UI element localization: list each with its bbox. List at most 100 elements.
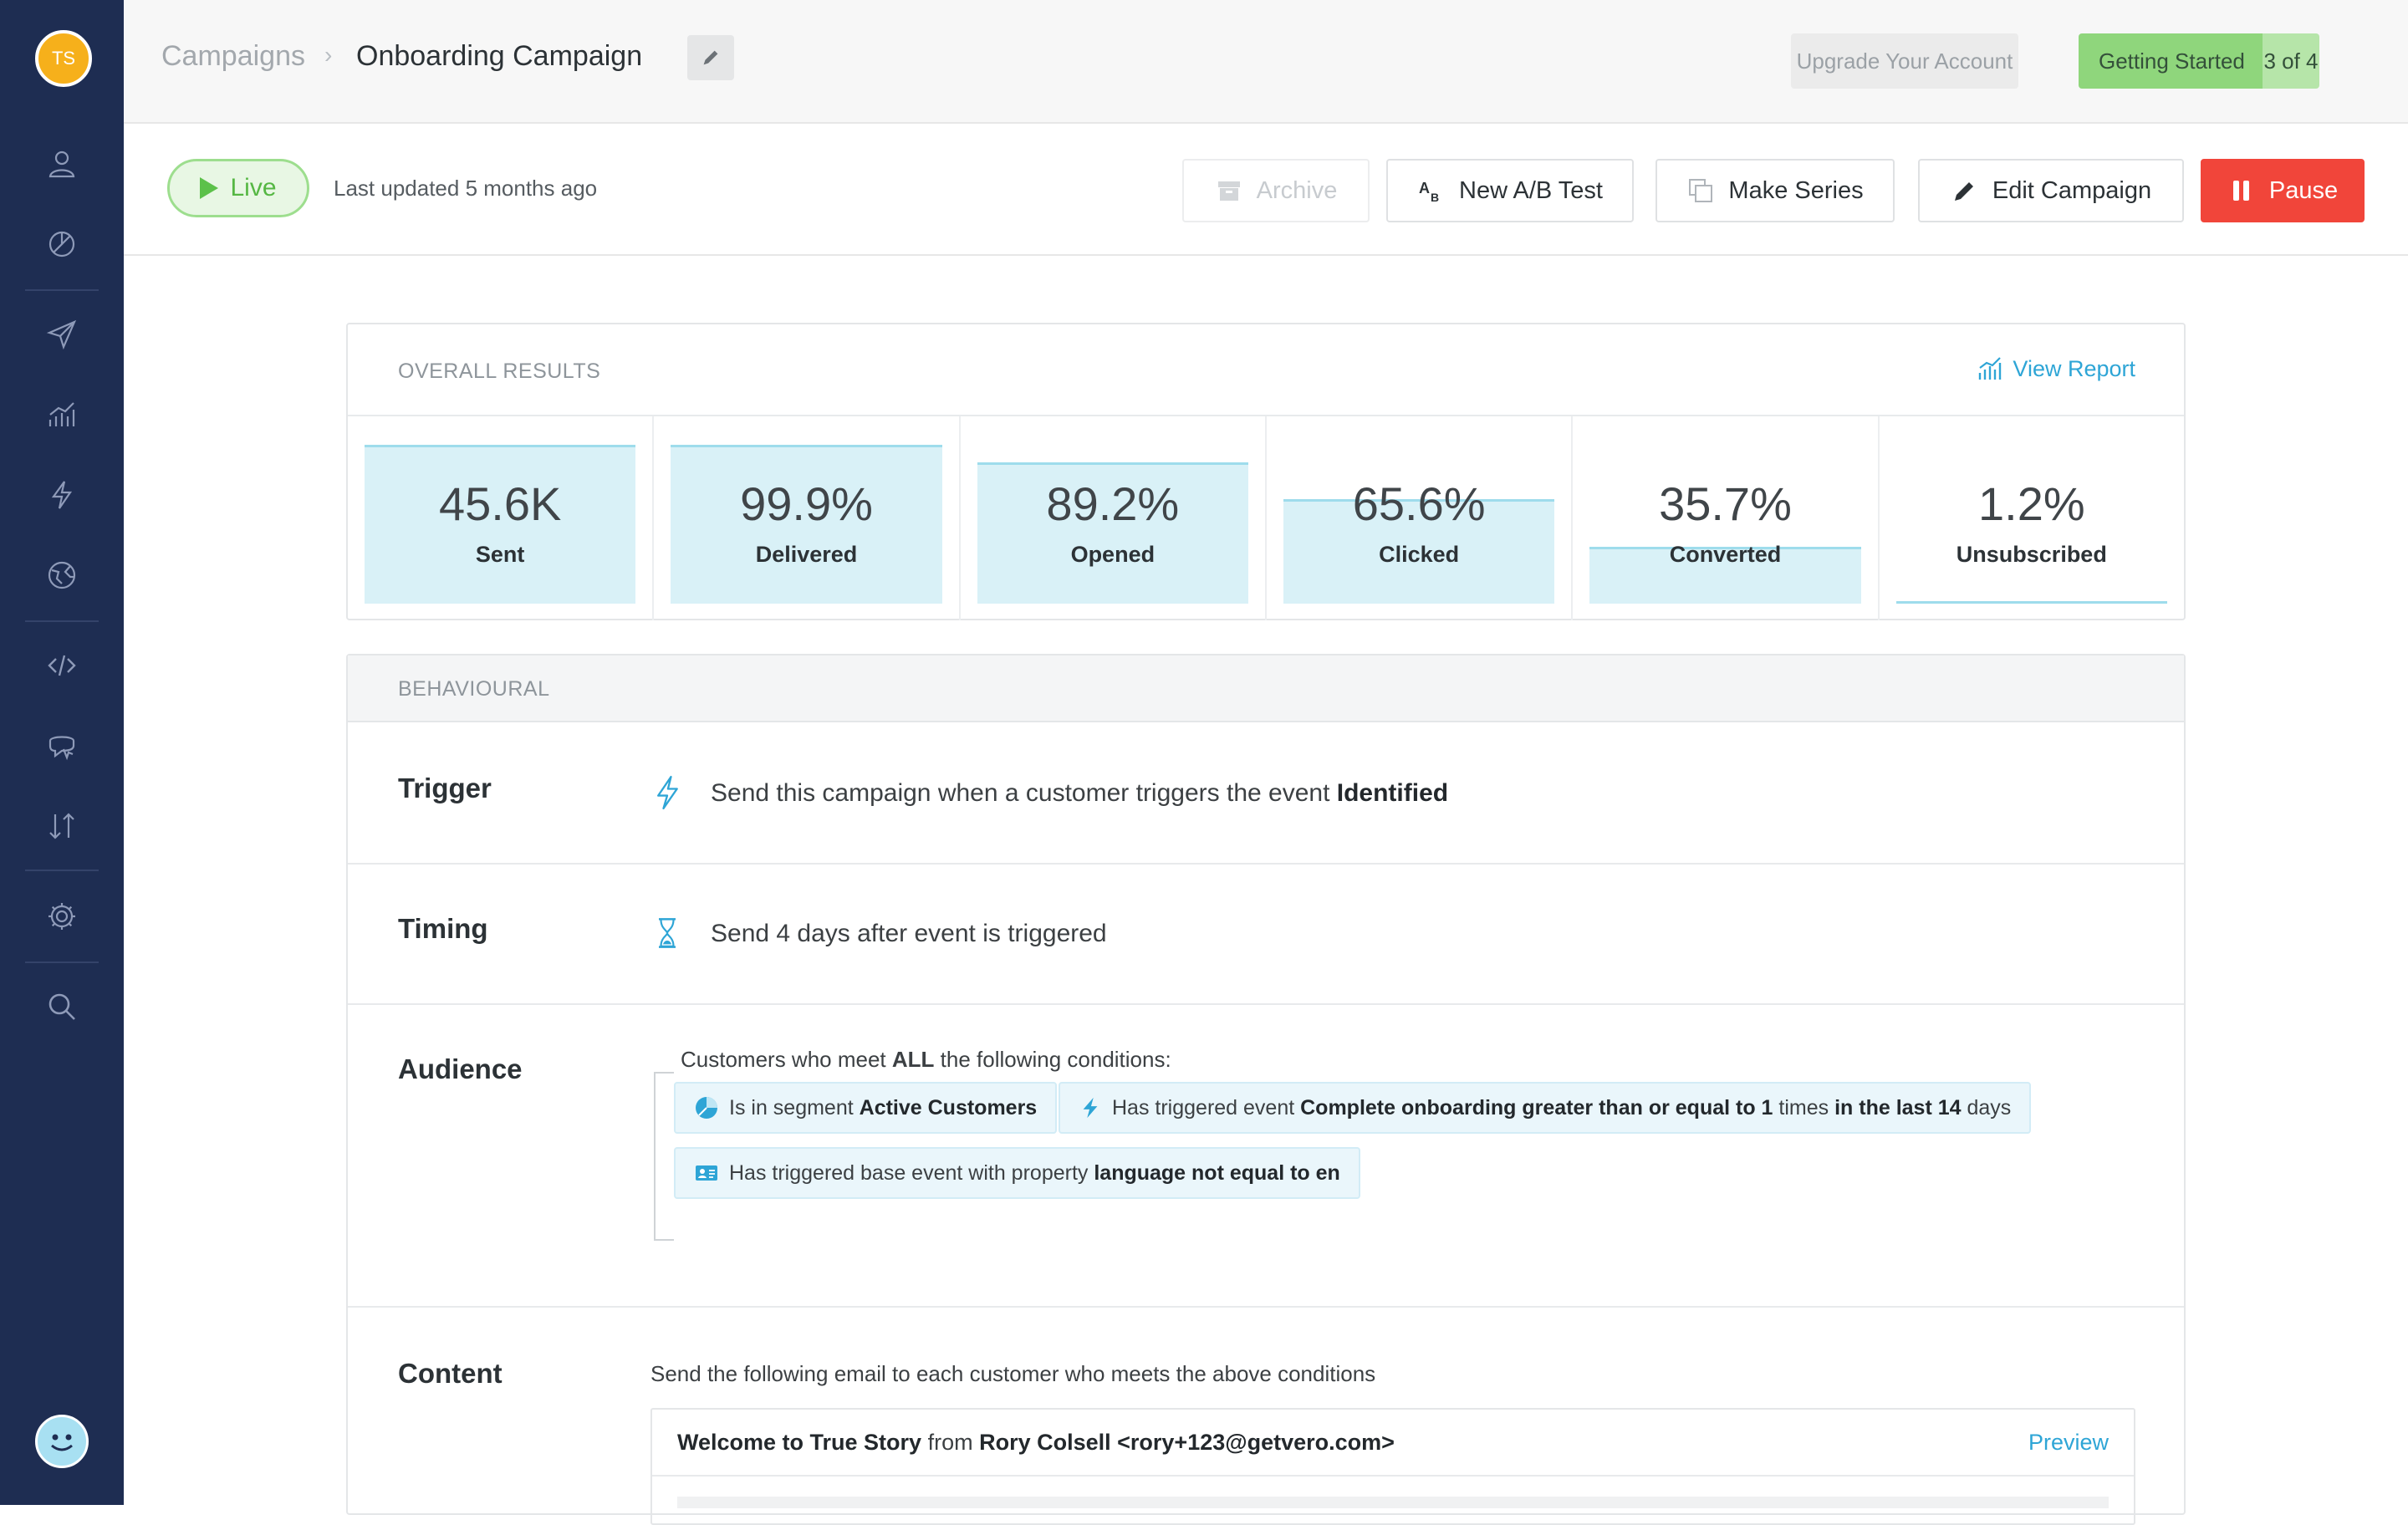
lightning-icon[interactable] xyxy=(42,475,82,515)
live-status-badge: Live xyxy=(167,159,309,217)
audience-row: Audience Customers who meet ALL the foll… xyxy=(348,1005,2184,1308)
metrics-row: 45.6K Sent 99.9% Delivered 89.2% Opened … xyxy=(348,415,2184,620)
pause-icon xyxy=(2232,181,2249,201)
make-series-button[interactable]: Make Series xyxy=(1656,159,1895,222)
svg-text:A: A xyxy=(1419,180,1430,196)
breadcrumb-separator: › xyxy=(324,42,333,68)
ab-test-label: New A/B Test xyxy=(1459,176,1603,204)
view-report-label: View Report xyxy=(2013,355,2135,381)
metric-label: Delivered xyxy=(755,542,858,567)
email-body-placeholder xyxy=(677,1497,2109,1508)
sidebar-divider xyxy=(25,961,99,963)
svg-text:B: B xyxy=(1431,191,1439,204)
condition-text: Is in segment xyxy=(729,1095,860,1120)
trigger-label: Trigger xyxy=(398,773,492,803)
condition-value: in the last 14 xyxy=(1834,1095,1962,1120)
metric-delivered: 99.9% Delivered xyxy=(654,416,961,620)
metric-sent: 45.6K Sent xyxy=(348,416,655,620)
import-export-icon[interactable] xyxy=(42,806,82,846)
lightning-icon xyxy=(1083,1097,1098,1119)
metric-label: Converted xyxy=(1669,542,1782,567)
metric-value: 65.6% xyxy=(1352,477,1486,530)
metric-clicked: 65.6% Clicked xyxy=(1267,416,1574,620)
audience-conditions-heading: Customers who meet ALL the following con… xyxy=(681,1047,1171,1073)
smiley-avatar[interactable] xyxy=(35,1415,89,1468)
archive-button[interactable]: Archive xyxy=(1182,159,1370,222)
behavioural-card: BEHAVIOURAL Trigger Send this campaign w… xyxy=(346,654,2186,1525)
metric-value: 99.9% xyxy=(740,477,873,530)
pencil-icon xyxy=(703,50,718,65)
condition-value: language not equal to en xyxy=(1094,1160,1340,1185)
copy-icon xyxy=(1689,179,1713,202)
audience-intro-text: the following conditions: xyxy=(934,1047,1171,1072)
person-icon[interactable] xyxy=(42,144,82,184)
content-row: Content Send the following email to each… xyxy=(348,1308,2184,1525)
trigger-row: Trigger Send this campaign when a custom… xyxy=(348,724,2184,865)
edit-campaign-button[interactable]: Edit Campaign xyxy=(1918,159,2184,222)
preview-link[interactable]: Preview xyxy=(2028,1430,2109,1456)
upgrade-account-button[interactable]: Upgrade Your Account xyxy=(1791,33,2018,89)
make-series-label: Make Series xyxy=(1728,176,1864,204)
analytics-icon[interactable] xyxy=(42,395,82,435)
new-ab-test-button[interactable]: AB New A/B Test xyxy=(1386,159,1634,222)
send-plane-icon[interactable] xyxy=(42,314,82,354)
archive-box-icon xyxy=(1217,181,1240,201)
ab-test-icon: AB xyxy=(1419,180,1439,204)
condition-event-chip[interactable]: Has triggered event Complete onboarding … xyxy=(1059,1082,2032,1134)
chat-bubble-icon[interactable] xyxy=(42,726,82,766)
content-label: Content xyxy=(398,1358,503,1389)
lightning-icon xyxy=(650,773,684,813)
sidebar-divider xyxy=(25,289,99,291)
globe-icon[interactable] xyxy=(42,555,82,595)
metric-unsubscribed: 1.2% Unsubscribed xyxy=(1880,416,2184,620)
page-title: Onboarding Campaign xyxy=(356,40,643,72)
condition-text: Has triggered base event with property xyxy=(729,1160,1094,1185)
metric-label: Sent xyxy=(475,542,525,567)
audience-match-mode: ALL xyxy=(891,1047,935,1072)
content-description: Send the following email to each custome… xyxy=(650,1361,1376,1386)
report-chart-icon xyxy=(1979,357,2002,380)
timing-description: Send 4 days after event is triggered xyxy=(711,920,1107,947)
metric-fill xyxy=(1895,601,2167,604)
edit-title-button[interactable] xyxy=(687,35,734,80)
email-subject: Welcome to True Story xyxy=(677,1430,922,1455)
sidebar-divider xyxy=(25,620,99,622)
section-title: BEHAVIOURAL xyxy=(398,677,550,701)
archive-label: Archive xyxy=(1256,176,1338,204)
metric-converted: 35.7% Converted xyxy=(1573,416,1880,620)
trigger-description: Send this campaign when a customer trigg… xyxy=(711,779,1448,808)
segment-pie-icon xyxy=(696,1097,717,1119)
property-card-icon xyxy=(696,1165,717,1181)
edit-campaign-label: Edit Campaign xyxy=(1992,176,2152,204)
metric-opened: 89.2% Opened xyxy=(961,416,1267,620)
getting-started-button[interactable]: Getting Started 3 of 4 xyxy=(2079,33,2319,89)
condition-segment-chip[interactable]: Is in segment Active Customers xyxy=(674,1082,1058,1134)
search-icon[interactable] xyxy=(42,987,82,1027)
avatar-initials: TS xyxy=(51,48,76,69)
condition-property-chip[interactable]: Has triggered base event with property l… xyxy=(674,1147,1360,1199)
campaign-action-bar: Live Last updated 5 months ago Archive A… xyxy=(124,125,2408,256)
pause-button[interactable]: Pause xyxy=(2201,159,2365,222)
timing-row: Timing Send 4 days after event is trigge… xyxy=(348,865,2184,1005)
timing-label: Timing xyxy=(398,913,488,944)
audience-intro-text: Customers who meet xyxy=(681,1047,892,1072)
trigger-text: Send this campaign when a customer trigg… xyxy=(711,779,1337,807)
section-title: OVERALL RESULTS xyxy=(398,360,601,383)
condition-text: times xyxy=(1773,1095,1835,1120)
metric-label: Opened xyxy=(1070,542,1156,567)
metric-label: Unsubscribed xyxy=(1956,542,2107,567)
condition-value: Active Customers xyxy=(859,1095,1038,1120)
email-from-word: from xyxy=(921,1430,980,1455)
email-preview-box: Welcome to True Story from Rory Colsell … xyxy=(650,1408,2135,1525)
gear-icon[interactable] xyxy=(42,896,82,936)
getting-started-progress: 3 of 4 xyxy=(2263,33,2319,89)
user-avatar[interactable]: TS xyxy=(35,30,92,87)
segments-pie-icon[interactable] xyxy=(42,224,82,264)
metric-label: Clicked xyxy=(1379,542,1460,567)
trigger-event-name: Identified xyxy=(1336,779,1449,807)
metric-value: 45.6K xyxy=(438,477,562,530)
pencil-icon xyxy=(1954,182,1973,201)
code-icon[interactable] xyxy=(42,645,82,686)
breadcrumb-campaigns-link[interactable]: Campaigns xyxy=(161,40,305,73)
view-report-link[interactable]: View Report xyxy=(1976,354,2135,383)
